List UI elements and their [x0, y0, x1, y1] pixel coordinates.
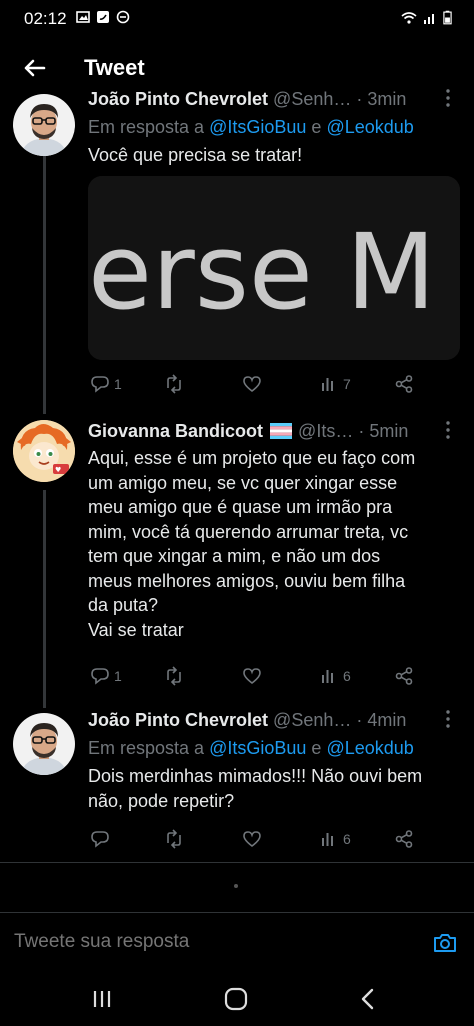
like-button[interactable]	[242, 663, 266, 689]
trans-flag-icon	[270, 423, 293, 439]
svg-text:♥: ♥	[55, 466, 61, 474]
tweet-actions: 6	[88, 826, 418, 852]
tweet-actions: 1 6	[88, 663, 418, 689]
tweet-1[interactable]: João Pinto Chevrolet @Senh… · 3min Em resp…	[0, 86, 474, 406]
author-name[interactable]: Giovanna Bandicoot	[88, 421, 263, 442]
tweet-media[interactable]: erse M	[88, 176, 460, 360]
reply-icon	[91, 668, 109, 685]
more-options-icon[interactable]	[438, 86, 458, 110]
views-button[interactable]: 7	[319, 371, 351, 397]
recent-apps-icon[interactable]	[88, 986, 116, 1012]
status-bar: 02:12	[0, 0, 474, 36]
mention-link[interactable]: @ItsGioBuu	[209, 738, 306, 758]
back-icon[interactable]	[354, 986, 382, 1012]
views-button[interactable]: 6	[319, 826, 351, 852]
tweet-time: 3min	[367, 88, 407, 109]
signal-icon	[424, 13, 434, 24]
status-time: 02:12	[24, 9, 67, 28]
twitter-icon	[97, 11, 109, 23]
heart-icon	[243, 668, 261, 685]
reply-context: Em resposta a @ItsGioBuu e @Leokdub	[88, 738, 414, 758]
tweet-actions: 1 7	[88, 371, 418, 397]
mention-link[interactable]: @Leokdub	[326, 117, 413, 137]
avatar[interactable]: ♥	[13, 420, 75, 482]
retweet-button[interactable]	[164, 663, 188, 689]
share-icon	[395, 375, 413, 393]
author-name[interactable]: João Pinto Chevrolet	[88, 89, 268, 110]
retweet-icon	[167, 666, 181, 686]
loading-dot	[234, 884, 238, 888]
do-not-disturb-icon	[116, 10, 130, 24]
author-handle[interactable]: @Senh…	[273, 710, 351, 731]
retweet-icon	[167, 374, 181, 394]
home-icon[interactable]	[222, 986, 250, 1012]
share-button[interactable]	[394, 663, 414, 689]
author-handle[interactable]: @Senh…	[273, 89, 351, 110]
views-button[interactable]: 6	[319, 663, 351, 689]
like-button[interactable]	[242, 371, 266, 397]
author-name[interactable]: João Pinto Chevrolet	[88, 710, 268, 731]
avatar[interactable]	[13, 94, 75, 156]
back-arrow-icon[interactable]	[18, 52, 50, 84]
like-button[interactable]	[242, 826, 266, 852]
views-icon	[322, 833, 333, 846]
tweet-header: Giovanna Bandicoot @Its… · 5min	[88, 420, 409, 442]
reply-context: Em resposta a @ItsGioBuu e @Leokdub	[88, 117, 414, 137]
view-count: 6	[343, 831, 351, 847]
page-title: Tweet	[84, 55, 145, 80]
reply-icon	[91, 376, 109, 393]
avatar[interactable]	[13, 713, 75, 775]
share-icon	[395, 667, 413, 685]
views-icon	[322, 670, 333, 683]
tweet-header: João Pinto Chevrolet @Senh… · 3min	[88, 88, 407, 110]
reply-count: 1	[114, 668, 122, 684]
reply-count: 1	[114, 376, 122, 392]
retweet-icon	[167, 829, 181, 849]
wifi-icon	[401, 11, 417, 24]
reply-button[interactable]: 1	[90, 663, 122, 689]
divider	[0, 862, 474, 863]
views-icon	[322, 378, 333, 391]
tweet-text: Aqui, esse é um projeto que eu faço com …	[88, 448, 416, 640]
tweet-3[interactable]: João Pinto Chevrolet @Senh… · 4min Em resp…	[0, 707, 474, 857]
tweet-2[interactable]: ♥ Giovanna Bandicoot @Its… · 5min Aqui, es…	[0, 418, 474, 700]
tweet-time: 4min	[367, 709, 407, 730]
reply-input[interactable]	[14, 931, 414, 953]
more-options-icon[interactable]	[438, 707, 458, 731]
view-count: 6	[343, 668, 351, 684]
mention-link[interactable]: @Leokdub	[326, 738, 413, 758]
tweet-header: João Pinto Chevrolet @Senh… · 4min	[88, 709, 407, 731]
image-icon	[76, 11, 90, 23]
retweet-button[interactable]	[164, 826, 188, 852]
reply-icon	[91, 831, 109, 848]
tweet-text: Você que precisa se tratar!	[88, 145, 303, 165]
heart-icon	[243, 831, 261, 848]
tweet-time: 5min	[369, 420, 409, 441]
reply-button[interactable]: 1	[90, 371, 122, 397]
mention-link[interactable]: @ItsGioBuu	[209, 117, 306, 137]
android-nav-bar	[0, 972, 474, 1026]
heart-icon	[243, 376, 261, 393]
media-caption: erse M	[88, 211, 436, 333]
more-options-icon[interactable]	[438, 418, 458, 442]
camera-icon[interactable]	[432, 931, 458, 955]
battery-icon	[443, 10, 452, 25]
tweet-text: Dois merdinhas mimados!!! Não ouvi bem n…	[88, 766, 423, 811]
compose-bar	[0, 912, 474, 972]
view-count: 7	[343, 376, 351, 392]
author-handle[interactable]: @Its…	[298, 421, 353, 442]
share-button[interactable]	[394, 826, 414, 852]
retweet-button[interactable]	[164, 371, 188, 397]
reply-button[interactable]	[90, 826, 114, 852]
share-button[interactable]	[394, 371, 414, 397]
share-icon	[395, 830, 413, 848]
